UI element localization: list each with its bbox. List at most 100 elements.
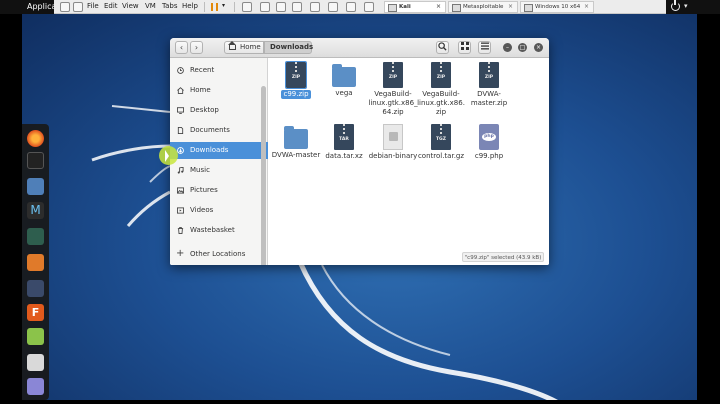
vm-tab-label: Kali	[399, 4, 411, 10]
document-icon	[177, 127, 184, 134]
sidebar-item-other-locations[interactable]: + Other Locations	[170, 246, 268, 263]
sidebar-item-music[interactable]: Music	[170, 162, 268, 179]
file-item-vegabuild-x86-zip[interactable]: ZIP VegaBuild-linux.gtk.x86.zip	[416, 62, 466, 117]
faraday-icon[interactable]: F	[27, 304, 44, 321]
burpsuite-icon[interactable]	[27, 254, 44, 271]
applications-menu[interactable]: Applica	[27, 2, 56, 11]
vm-menu-vm[interactable]: VM	[145, 2, 156, 10]
metasploit-icon[interactable]: M	[27, 202, 44, 219]
close-icon[interactable]: ×	[584, 3, 589, 10]
sidebar-item-label: Recent	[190, 66, 215, 74]
pause-icon[interactable]	[211, 3, 218, 11]
revert-snapshot-icon[interactable]	[276, 2, 286, 12]
vm-menu-tabs[interactable]: Tabs	[162, 2, 178, 10]
sidebar-item-recent[interactable]: Recent	[170, 62, 268, 79]
mouse-cursor	[165, 150, 169, 162]
fullscreen-icon[interactable]	[328, 2, 338, 12]
file-item-c99-zip[interactable]: ZIP c99.zip	[271, 61, 321, 99]
forward-button[interactable]: ›	[190, 41, 203, 54]
stretch-icon[interactable]	[364, 2, 374, 12]
plus-icon: +	[176, 248, 185, 259]
vm-tab-label: Metasploitable	[463, 4, 504, 10]
unity-icon[interactable]	[346, 2, 356, 12]
music-icon	[177, 167, 184, 174]
chevron-down-icon[interactable]: ▾	[222, 2, 225, 9]
clock-icon	[177, 67, 184, 74]
sidebar-item-label: Home	[190, 86, 211, 94]
armitage-icon[interactable]	[27, 228, 44, 245]
letterbox-bottom	[0, 400, 720, 404]
file-name: data.tar.xz	[325, 152, 363, 160]
vm-menu-strip: File Edit View VM Tabs Help ▾ Kali × Met…	[54, 0, 666, 14]
notes-icon[interactable]	[27, 328, 44, 345]
file-item-data-tar-xz[interactable]: TAR data.tar.xz	[319, 124, 369, 161]
sidebar-item-videos[interactable]: Videos	[170, 202, 268, 219]
file-item-dvwa-master-zip[interactable]: ZIP DVWA-master.zip	[464, 62, 514, 108]
snapshot-icon[interactable]	[260, 2, 270, 12]
show-applications-icon[interactable]	[27, 378, 44, 395]
archive-file-icon: TGZ	[431, 124, 451, 150]
file-item-dvwa-master[interactable]: DVWA-master	[271, 124, 321, 160]
folder-icon	[284, 126, 308, 149]
file-item-debian-binary[interactable]: debian-binary	[368, 124, 418, 161]
sidebar-scrollbar[interactable]	[261, 86, 266, 265]
vm-menu-view[interactable]: View	[122, 2, 139, 10]
zip-file-icon: ZIP	[431, 62, 451, 88]
console-view-icon[interactable]	[310, 2, 320, 12]
vm-tab-kali[interactable]: Kali ×	[384, 1, 446, 13]
files-icon[interactable]	[27, 178, 44, 195]
send-keys-icon[interactable]	[242, 2, 252, 12]
close-icon[interactable]: ×	[508, 3, 513, 10]
vm-toolbar: Applica File Edit View VM Tabs Help ▾ Ka…	[0, 0, 720, 14]
search-button[interactable]	[436, 41, 449, 54]
chevron-down-icon[interactable]: ▾	[684, 2, 688, 10]
file-item-vega[interactable]: vega	[319, 62, 369, 98]
sidebar-item-desktop[interactable]: Desktop	[170, 102, 268, 119]
file-name: c99.zip	[281, 90, 311, 99]
letterbox-right	[697, 14, 720, 404]
vm-menu-file[interactable]: File	[87, 2, 99, 10]
vm-library-icon[interactable]	[73, 2, 83, 12]
vm-tab-windows10[interactable]: Windows 10 x64 ×	[520, 1, 594, 13]
terminal-icon[interactable]	[27, 152, 44, 169]
vm-tab-metasploitable[interactable]: Metasploitable ×	[448, 1, 518, 13]
home-tab-icon[interactable]	[60, 2, 70, 12]
file-name: vega	[335, 89, 353, 97]
firefox-icon[interactable]	[27, 130, 44, 147]
trash-icon	[177, 227, 184, 234]
file-name: debian-binary	[368, 152, 418, 160]
download-icon	[177, 147, 184, 154]
sidebar-item-label: Music	[190, 166, 210, 174]
breadcrumb-downloads[interactable]: Downloads	[264, 41, 313, 54]
zip-file-icon: ZIP	[383, 62, 403, 88]
file-item-control-tar-gz[interactable]: TGZ control.tar.gz	[416, 124, 466, 161]
home-icon	[228, 41, 236, 50]
sidebar-item-pictures[interactable]: Pictures	[170, 182, 268, 199]
view-mode-button[interactable]	[458, 41, 471, 54]
power-icon[interactable]	[671, 0, 680, 11]
breadcrumb-home[interactable]: Home	[224, 41, 264, 54]
sidebar-item-downloads[interactable]: Downloads	[170, 142, 268, 159]
file-item-vegabuild-x86-64-zip[interactable]: ZIP VegaBuild-linux.gtk.x86_64.zip	[368, 62, 418, 117]
file-item-c99-php[interactable]: php c99.php	[464, 124, 514, 161]
search-icon	[438, 42, 447, 51]
sidebar-item-documents[interactable]: Documents	[170, 122, 268, 139]
sidebar-item-label: Documents	[190, 126, 230, 134]
header-bar: ‹ › Home Downloads – □ ×	[170, 38, 549, 58]
grid-view-icon	[460, 42, 469, 50]
back-button[interactable]: ‹	[175, 41, 188, 54]
close-button[interactable]: ×	[534, 43, 543, 52]
minimize-button[interactable]: –	[503, 43, 512, 52]
places-sidebar: Recent Home Desktop Documents Downloads …	[170, 58, 268, 265]
vm-menu-edit[interactable]: Edit	[104, 2, 118, 10]
beef-icon[interactable]	[27, 280, 44, 297]
sidebar-item-home[interactable]: Home	[170, 82, 268, 99]
maximize-button[interactable]: □	[518, 43, 527, 52]
menu-button[interactable]	[478, 41, 491, 54]
snapshot-manager-icon[interactable]	[292, 2, 302, 12]
vm-menu-help[interactable]: Help	[182, 2, 198, 10]
sidebar-item-wastebasket[interactable]: Wastebasket	[170, 222, 268, 239]
close-icon[interactable]: ×	[436, 3, 441, 10]
hamburger-menu-icon	[480, 42, 489, 50]
disks-icon[interactable]	[27, 354, 44, 371]
